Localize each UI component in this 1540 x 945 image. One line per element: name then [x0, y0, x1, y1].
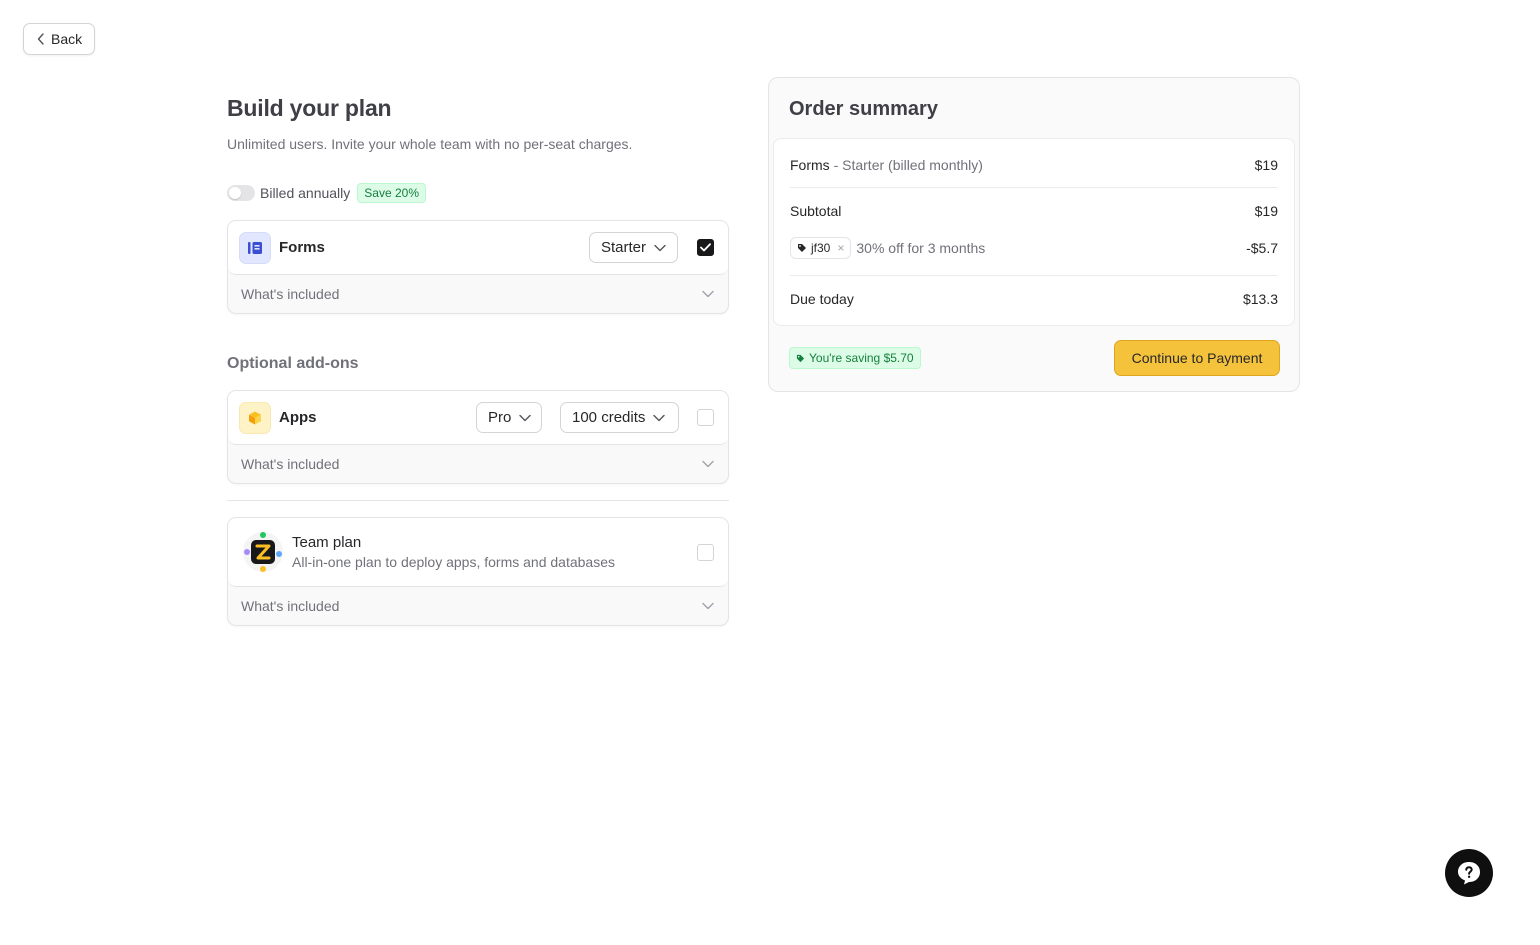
forms-whats-included[interactable]: What's included: [228, 275, 728, 313]
order-summary-details: Forms - Starter (billed monthly) $19 Sub…: [773, 138, 1295, 326]
coupon-chip: jf30 ×: [790, 237, 852, 259]
save-badge: Save 20%: [357, 183, 426, 203]
forms-tier-value: Starter: [601, 239, 647, 256]
summary-divider: [790, 187, 1278, 188]
team-plan-whats-included[interactable]: What's included: [228, 587, 728, 625]
forms-tier-select[interactable]: Starter: [589, 232, 678, 263]
team-plan-checkbox[interactable]: [697, 543, 714, 561]
apps-credits-select[interactable]: 100 credits: [560, 402, 679, 433]
forms-icon: [239, 231, 271, 264]
subtotal-value: $19: [1254, 203, 1278, 219]
saving-text: You're saving $5.70: [809, 351, 914, 365]
line-item-row: Forms - Starter (billed monthly) $19: [790, 157, 1278, 173]
apps-credits-value: 100 credits: [572, 409, 646, 426]
team-plan-card: Team plan All-in-one plan to deploy apps…: [227, 517, 729, 626]
due-today-row: Due today $13.3: [790, 291, 1278, 307]
chevron-down-icon: [702, 460, 714, 468]
team-plan-name: Team plan: [292, 534, 362, 551]
addons-title: Optional add-ons: [227, 355, 359, 372]
back-button[interactable]: Back: [23, 23, 95, 55]
chevron-down-icon: [654, 244, 666, 251]
tag-icon: [796, 354, 805, 362]
billing-row: Billed annually Save 20%: [227, 183, 729, 203]
tag-icon: [798, 244, 806, 252]
check-icon: [700, 243, 711, 252]
back-label: Back: [51, 31, 83, 47]
chevron-down-icon: [702, 602, 714, 610]
subtotal-row: Subtotal $19: [790, 203, 1278, 219]
addons-divider: [227, 500, 729, 501]
apps-name: Apps: [279, 409, 317, 426]
apps-checkbox[interactable]: [697, 409, 714, 426]
coupon-value: -$5.7: [1246, 240, 1278, 256]
billing-label: Billed annually: [260, 185, 351, 201]
apps-whats-included[interactable]: What's included: [228, 445, 728, 483]
team-plan-icon: [241, 530, 285, 574]
order-summary-title: Order summary: [789, 98, 938, 120]
coupon-code: jf30: [811, 241, 831, 255]
chevron-down-icon: [653, 414, 666, 421]
forms-name: Forms: [279, 239, 325, 256]
team-plan-description: All-in-one plan to deploy apps, forms an…: [292, 554, 615, 570]
page-subtitle: Unlimited users. Invite your whole team …: [227, 136, 633, 152]
apps-tier-value: Pro: [488, 409, 512, 426]
whats-included-label: What's included: [241, 286, 340, 302]
line-item-separator: -: [833, 157, 839, 173]
chevron-down-icon: [519, 414, 532, 421]
help-button[interactable]: [1445, 849, 1493, 897]
continue-to-payment-button[interactable]: Continue to Payment: [1114, 340, 1280, 376]
chevron-left-icon: [37, 33, 44, 45]
forms-checkbox[interactable]: [697, 239, 714, 256]
due-today-label: Due today: [790, 291, 854, 307]
whats-included-label: What's included: [241, 456, 340, 472]
plan-builder: Build your plan Unlimited users. Invite …: [227, 95, 729, 626]
coupon-description: 30% off for 3 months: [856, 240, 986, 256]
line-item-detail: Starter (billed monthly): [842, 157, 983, 173]
page-title: Build your plan: [227, 95, 392, 121]
subtotal-label: Subtotal: [790, 203, 842, 219]
remove-coupon-button[interactable]: ×: [837, 241, 844, 255]
coupon-row: jf30 × 30% off for 3 months -$5.7: [790, 237, 1278, 259]
line-item-product: Forms: [790, 157, 830, 173]
help-question-icon: [1458, 862, 1480, 885]
chevron-down-icon: [702, 290, 714, 298]
forms-card: Forms Starter What's included: [227, 220, 729, 314]
apps-icon: [239, 401, 271, 434]
apps-tier-select[interactable]: Pro: [476, 402, 542, 433]
apps-card: Apps Pro 100 credits What's included: [227, 390, 729, 484]
line-item-price: $19: [1254, 157, 1278, 173]
due-today-value: $13.3: [1242, 291, 1278, 307]
saving-badge: You're saving $5.70: [789, 347, 921, 369]
whats-included-label: What's included: [241, 598, 340, 614]
order-summary: Order summary Forms - Starter (billed mo…: [768, 77, 1300, 392]
billed-annually-toggle[interactable]: [227, 185, 255, 201]
summary-divider: [790, 275, 1278, 276]
